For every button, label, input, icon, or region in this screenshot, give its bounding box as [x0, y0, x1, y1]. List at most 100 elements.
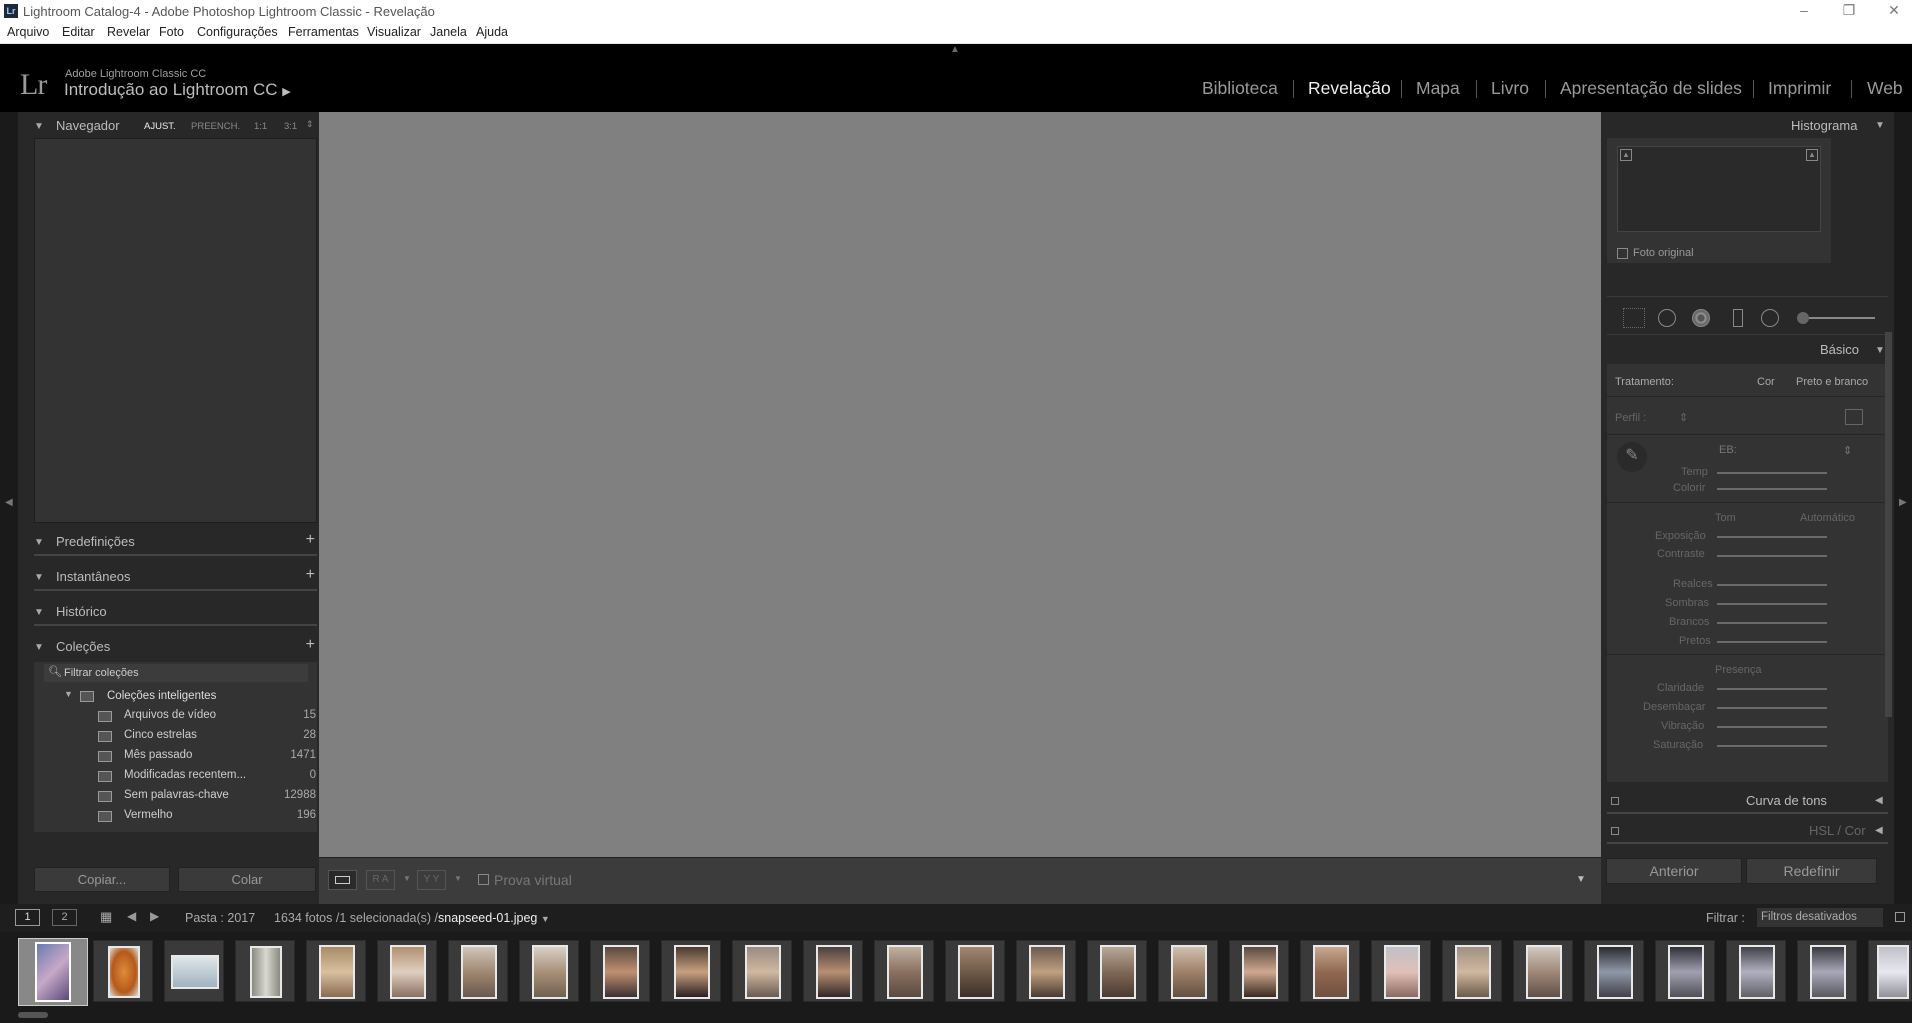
list-item[interactable]: Vermelho 196 — [34, 806, 316, 826]
thumbnail[interactable] — [732, 940, 792, 1002]
collections-filter[interactable]: 🔍︎ Filtrar coleções — [44, 664, 308, 682]
thumbnail[interactable] — [1868, 940, 1912, 1002]
red-eye-icon[interactable] — [1692, 309, 1710, 327]
close-icon[interactable]: ✕ — [1879, 2, 1909, 19]
chevron-down-icon[interactable]: ▼ — [541, 914, 550, 924]
spot-removal-icon[interactable] — [1658, 309, 1676, 327]
module-web[interactable]: Web — [1867, 78, 1903, 99]
shadows-slider[interactable] — [1717, 603, 1827, 605]
thumbnail[interactable] — [1655, 940, 1715, 1002]
menu-ajuda[interactable]: Ajuda — [476, 25, 508, 39]
thumbnail[interactable] — [306, 940, 366, 1002]
panel-toggle-icon[interactable] — [1611, 797, 1619, 805]
basic-title[interactable]: Básico — [1820, 342, 1859, 357]
thumbnail[interactable] — [1726, 940, 1786, 1002]
crop-tool-icon[interactable] — [1623, 308, 1645, 328]
zoom-fill[interactable]: PREENCH. — [191, 121, 240, 132]
radial-filter-icon[interactable] — [1761, 309, 1779, 327]
zoom-fit[interactable]: AJUST. — [144, 121, 176, 132]
list-item[interactable]: Cinco estrelas 28 — [34, 726, 316, 746]
before-after-icon[interactable]: R A — [366, 870, 395, 890]
forward-arrow-icon[interactable]: ▶ — [150, 909, 159, 923]
module-imprimir[interactable]: Imprimir — [1768, 78, 1831, 99]
thumbnail[interactable] — [803, 940, 863, 1002]
copy-button[interactable]: Copiar... — [34, 867, 170, 892]
tone-curve-panel[interactable]: Curva de tons ◀ — [1607, 788, 1888, 814]
thumbnail[interactable] — [1300, 940, 1360, 1002]
collapse-right-icon[interactable]: ▶ — [1899, 497, 1907, 508]
presets-panel[interactable]: ▼ Predefinições + — [34, 526, 317, 556]
highlight-clip-icon[interactable]: ▲ — [1806, 149, 1818, 161]
panel-toggle-icon[interactable] — [1611, 827, 1619, 835]
menu-foto[interactable]: Foto — [159, 25, 184, 39]
chevron-down-icon[interactable]: ▼ — [454, 874, 462, 883]
triangle-icon[interactable]: ▼ — [1875, 345, 1885, 356]
vibrance-slider[interactable] — [1717, 726, 1827, 728]
zoom-1-1[interactable]: 1:1 — [254, 121, 267, 132]
minimize-icon[interactable]: – — [1789, 2, 1819, 18]
thumbnail[interactable] — [377, 940, 437, 1002]
thumbnail[interactable] — [235, 940, 295, 1002]
menu-editar[interactable]: Editar — [62, 25, 95, 39]
reset-button[interactable]: Redefinir — [1746, 858, 1877, 884]
thumbnail[interactable] — [93, 940, 153, 1002]
restore-icon[interactable]: ❐ — [1834, 2, 1864, 19]
play-icon[interactable]: ▶ — [282, 86, 290, 98]
zoom-stepper-icon[interactable]: ⇕ — [306, 119, 314, 130]
folder-label[interactable]: Pasta : 2017 — [185, 911, 255, 925]
scrollbar[interactable] — [1885, 332, 1892, 717]
paste-button[interactable]: Colar — [178, 867, 316, 892]
thumbnail[interactable] — [1158, 940, 1218, 1002]
list-item[interactable]: Modificadas recentem... 0 — [34, 766, 316, 786]
collections-header[interactable]: ▼ Coleções + — [34, 631, 317, 661]
add-snapshot-icon[interactable]: + — [306, 566, 315, 584]
whites-slider[interactable] — [1717, 622, 1827, 624]
brush-slider[interactable] — [1809, 317, 1875, 319]
wb-stepper-icon[interactable]: ⇕ — [1843, 444, 1852, 457]
snapshots-panel[interactable]: ▼ Instantâneos + — [34, 561, 317, 591]
menu-arquivo[interactable]: Arquivo — [7, 25, 49, 39]
temp-slider[interactable] — [1717, 472, 1827, 474]
treatment-color[interactable]: Cor — [1757, 376, 1775, 388]
collapse-top-icon[interactable]: ▲ — [950, 44, 960, 55]
thumbnail[interactable] — [519, 940, 579, 1002]
add-collection-icon[interactable]: + — [306, 636, 315, 654]
auto-button[interactable]: Automático — [1800, 512, 1855, 524]
grid-icon[interactable]: ▦ — [100, 909, 112, 925]
list-item[interactable]: Mês passado 1471 — [34, 746, 316, 766]
thumbnail[interactable] — [1584, 940, 1644, 1002]
clarity-slider[interactable] — [1717, 688, 1827, 690]
histogram-title[interactable]: Histograma — [1791, 118, 1857, 133]
module-biblioteca[interactable]: Biblioteca — [1202, 78, 1278, 99]
toolbar-menu-icon[interactable]: ▼ — [1576, 874, 1586, 885]
window-1-button[interactable]: 1 — [15, 909, 40, 926]
thumbnail-selected[interactable] — [18, 938, 88, 1006]
thumbnail[interactable] — [661, 940, 721, 1002]
blacks-slider[interactable] — [1717, 641, 1827, 643]
module-livro[interactable]: Livro — [1491, 78, 1529, 99]
menu-janela[interactable]: Janela — [430, 25, 467, 39]
thumbnail[interactable] — [1016, 940, 1076, 1002]
thumbnail[interactable] — [1513, 940, 1573, 1002]
thumbnail[interactable] — [590, 940, 650, 1002]
menu-configuracoes[interactable]: Configurações — [197, 25, 278, 39]
triangle-icon[interactable]: ▼ — [1875, 120, 1885, 131]
list-item[interactable]: Sem palavras-chave 12988 — [34, 786, 316, 806]
profile-browser-icon[interactable] — [1845, 409, 1863, 425]
filmstrip-scrollbar[interactable] — [18, 1012, 48, 1018]
thumbnail[interactable] — [1442, 940, 1502, 1002]
smart-collections-group[interactable]: ▼ Coleções inteligentes — [34, 686, 317, 706]
list-item[interactable]: Arquivos de vídeo 15 — [34, 706, 316, 726]
tint-slider[interactable] — [1717, 488, 1827, 490]
thumbnail[interactable] — [164, 940, 224, 1002]
chevron-down-icon[interactable]: ▼ — [403, 874, 411, 883]
thumbnail[interactable] — [1229, 940, 1289, 1002]
zoom-3-1[interactable]: 3:1 — [284, 121, 297, 132]
exposure-slider[interactable] — [1717, 536, 1827, 538]
filter-lock-icon[interactable] — [1895, 912, 1905, 922]
back-arrow-icon[interactable]: ◀ — [127, 909, 136, 923]
module-revelacao[interactable]: Revelação — [1308, 78, 1391, 99]
catalog-name[interactable]: Introdução ao Lightroom CC ▶ — [64, 80, 291, 100]
contrast-slider[interactable] — [1717, 555, 1827, 557]
hsl-panel[interactable]: HSL / Cor ◀ — [1607, 818, 1888, 844]
